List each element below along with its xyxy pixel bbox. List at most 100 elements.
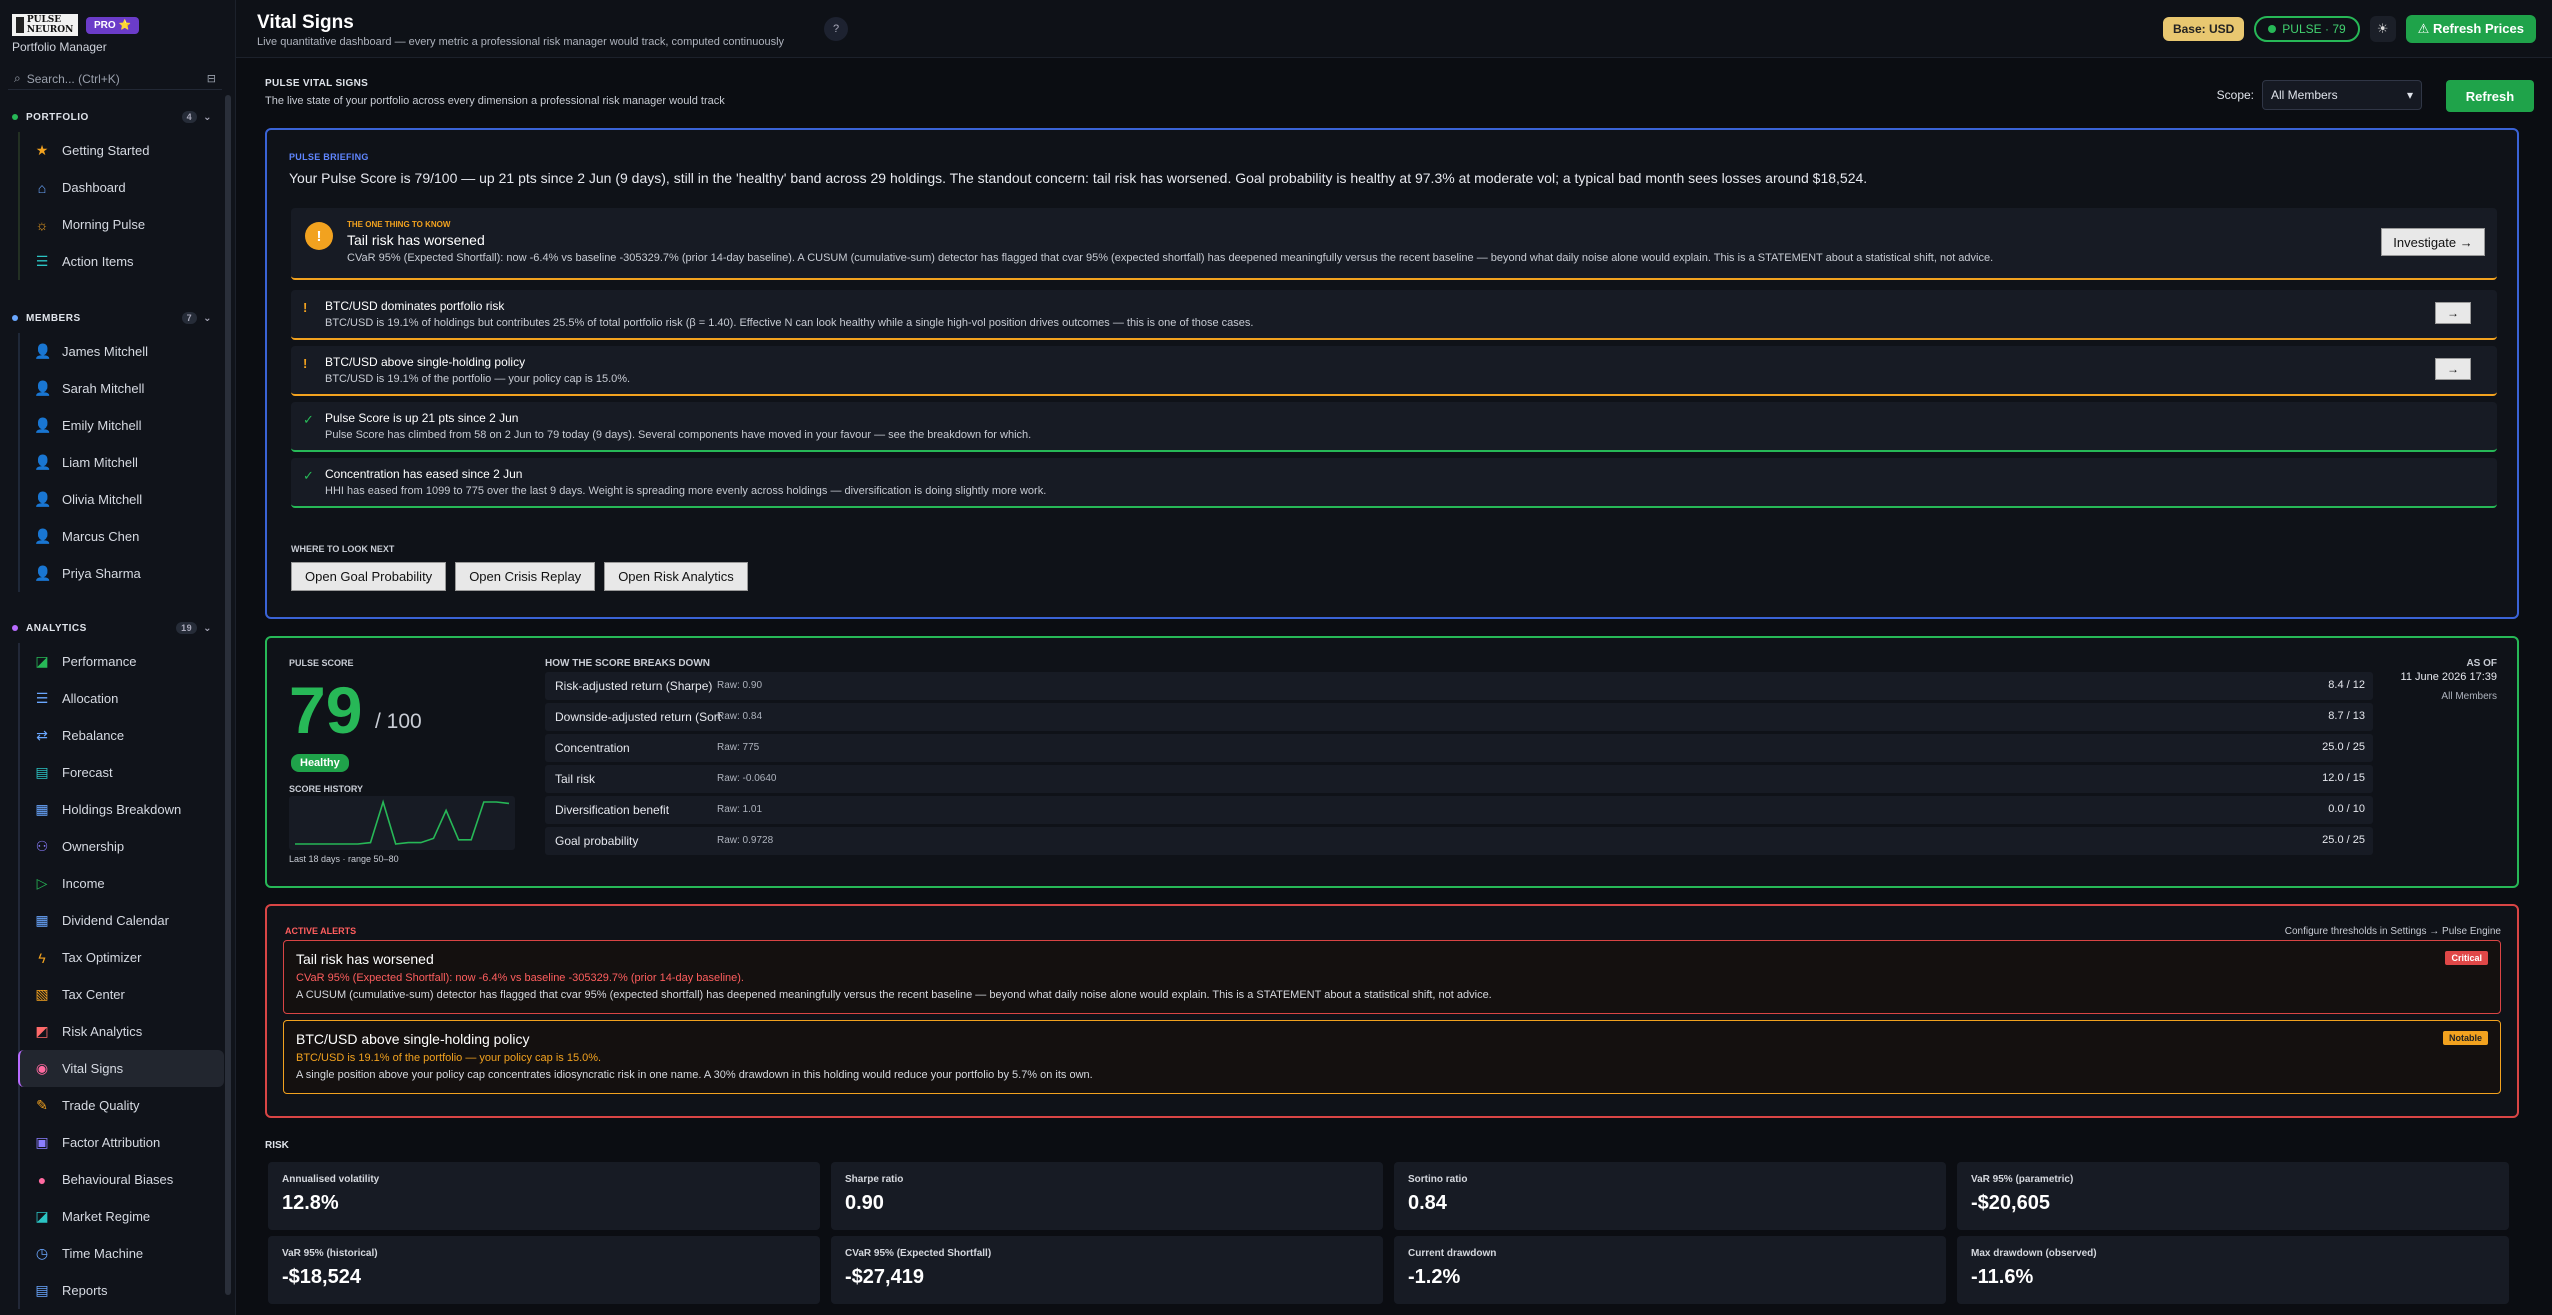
sidebar-item-allocation[interactable]: ☰ Allocation bbox=[20, 680, 224, 717]
briefing-item-open-button[interactable]: → bbox=[2435, 302, 2471, 324]
sidebar-item-tax-center[interactable]: ▧ Tax Center bbox=[20, 976, 224, 1013]
open-risk-analytics-button[interactable]: Open Risk Analytics bbox=[604, 562, 748, 591]
page-title: Vital Signs bbox=[257, 12, 354, 33]
ownership-icon: ⚇ bbox=[35, 838, 49, 854]
sidebar-item-behavioural-biases[interactable]: ● Behavioural Biases bbox=[20, 1161, 224, 1198]
sidebar-items: 👤 James Mitchell 👤 Sarah Mitchell 👤 Emily Mit… bbox=[18, 333, 224, 592]
sidebar: PULSE NEURON PRO ⭐ Portfolio Manager ⌕ S… bbox=[0, 0, 236, 1315]
sidebar-section-header[interactable]: PORTFOLIO 4 ⌄ bbox=[0, 102, 224, 132]
alert-detail: CVaR 95% (Expected Shortfall): now -6.4%… bbox=[296, 972, 744, 984]
sidebar-item-morning-pulse[interactable]: ☼ Morning Pulse bbox=[20, 206, 224, 243]
sidebar-item-ownership[interactable]: ⚇ Ownership bbox=[20, 828, 224, 865]
sidebar-item-action-items[interactable]: ☰ Action Items bbox=[20, 243, 224, 280]
dividend-calendar-icon: ▦ bbox=[35, 912, 49, 928]
priya-sharma-icon: 👤 bbox=[34, 565, 52, 581]
chevron-down-icon[interactable]: ⌄ bbox=[203, 313, 212, 324]
olivia-mitchell-icon: 👤 bbox=[34, 491, 52, 507]
sidebar-item-getting-started[interactable]: ★ Getting Started bbox=[20, 132, 224, 169]
sidebar-items: ◪ Performance ☰ Allocation ⇄ Rebalance ▤ Foreca… bbox=[18, 643, 224, 1309]
pulse-score-label: PULSE SCORE bbox=[289, 658, 354, 668]
theme-toggle-icon[interactable]: ☀ bbox=[2369, 16, 2396, 42]
sidebar-item-label: Marcus Chen bbox=[62, 529, 140, 544]
logo-text: PULSE NEURON bbox=[26, 15, 74, 35]
time-machine-icon: ◷ bbox=[35, 1245, 49, 1261]
sidebar-item-performance[interactable]: ◪ Performance bbox=[20, 643, 224, 680]
sidebar-item-holdings-breakdown[interactable]: ▦ Holdings Breakdown bbox=[20, 791, 224, 828]
sidebar-item-vital-signs[interactable]: ◉ Vital Signs bbox=[18, 1050, 224, 1087]
sidebar-item-label: Time Machine bbox=[62, 1246, 144, 1261]
sidebar-item-marcus-chen[interactable]: 👤 Marcus Chen bbox=[20, 518, 224, 555]
briefing-item-text: HHI has eased from 1099 to 775 over the … bbox=[325, 485, 1047, 497]
active-alerts-label: ACTIVE ALERTS bbox=[285, 926, 357, 936]
reports-icon: ▤ bbox=[35, 1282, 49, 1298]
section-title: PULSE VITAL SIGNS bbox=[265, 78, 369, 89]
sidebar-item-label: Emily Mitchell bbox=[62, 418, 142, 433]
pulse-score-pill[interactable]: PULSE · 79 bbox=[2254, 16, 2360, 42]
allocation-icon: ☰ bbox=[35, 690, 49, 706]
sidebar-item-time-machine[interactable]: ◷ Time Machine bbox=[20, 1235, 224, 1272]
sidebar-item-rebalance[interactable]: ⇄ Rebalance bbox=[20, 717, 224, 754]
section-count-badge: 19 bbox=[176, 622, 198, 634]
breakdown-row: Tail risk Raw: -0.0640 12.0 / 15 bbox=[545, 765, 2373, 793]
sidebar-item-reports[interactable]: ▤ Reports bbox=[20, 1272, 224, 1309]
where-to-look-label: WHERE TO LOOK NEXT bbox=[291, 544, 395, 554]
sidebar-item-label: Ownership bbox=[62, 839, 125, 854]
metric-label: Sortino ratio bbox=[1408, 1174, 1468, 1185]
metric-value: -11.6% bbox=[1971, 1266, 2034, 1288]
chevron-down-icon[interactable]: ⌄ bbox=[203, 112, 212, 123]
briefing-item-text: BTC/USD is 19.1% of holdings but contrib… bbox=[325, 317, 1254, 329]
breakdown-row: Diversification benefit Raw: 1.01 0.0 / 10 bbox=[545, 796, 2373, 824]
sidebar-scrollbar[interactable] bbox=[225, 95, 231, 1295]
sidebar-item-liam-mitchell[interactable]: 👤 Liam Mitchell bbox=[20, 444, 224, 481]
pulse-score-value: 79 bbox=[289, 673, 363, 747]
metric-value: -$27,419 bbox=[845, 1266, 924, 1288]
scope-select[interactable]: All Members ▾ bbox=[2262, 80, 2422, 110]
sidebar-section-title: PORTFOLIO bbox=[26, 111, 89, 123]
sidebar-item-market-regime[interactable]: ◪ Market Regime bbox=[20, 1198, 224, 1235]
sidebar-section-header[interactable]: ANALYTICS 19 ⌄ bbox=[0, 613, 224, 643]
sidebar-item-dashboard[interactable]: ⌂ Dashboard bbox=[20, 169, 224, 206]
breakdown-name: Downside-adjusted return (Sort bbox=[555, 710, 722, 724]
investigate-button[interactable]: Investigate → bbox=[2381, 228, 2485, 256]
sidebar-item-sarah-mitchell[interactable]: 👤 Sarah Mitchell bbox=[20, 370, 224, 407]
chevron-down-icon[interactable]: ⌄ bbox=[203, 623, 212, 634]
score-history-label: SCORE HISTORY bbox=[289, 784, 364, 794]
sidebar-item-risk-analytics[interactable]: ◩ Risk Analytics bbox=[20, 1013, 224, 1050]
search-input[interactable]: ⌕ Search... (Ctrl+K) ⊟ bbox=[8, 68, 222, 90]
base-currency-badge[interactable]: Base: USD bbox=[2162, 17, 2245, 41]
sidebar-item-emily-mitchell[interactable]: 👤 Emily Mitchell bbox=[20, 407, 224, 444]
sidebar-item-forecast[interactable]: ▤ Forecast bbox=[20, 754, 224, 791]
briefing-label: PULSE BRIEFING bbox=[289, 152, 369, 162]
sidebar-item-tax-optimizer[interactable]: ϟ Tax Optimizer bbox=[20, 939, 224, 976]
pulse-score-denominator: / 100 bbox=[375, 710, 422, 733]
warning-icon: ! bbox=[305, 222, 333, 250]
collapse-sidebar-icon[interactable]: ⊟ bbox=[207, 72, 216, 85]
refresh-button[interactable]: Refresh bbox=[2446, 80, 2534, 112]
emily-mitchell-icon: 👤 bbox=[34, 417, 52, 433]
briefing-item-open-button[interactable]: → bbox=[2435, 358, 2471, 380]
alert-title: BTC/USD above single-holding policy bbox=[296, 1031, 530, 1047]
sidebar-item-olivia-mitchell[interactable]: 👤 Olivia Mitchell bbox=[20, 481, 224, 518]
income-icon: ▷ bbox=[36, 875, 48, 891]
sidebar-section-header[interactable]: MEMBERS 7 ⌄ bbox=[0, 303, 224, 333]
sidebar-item-trade-quality[interactable]: ✎ Trade Quality bbox=[20, 1087, 224, 1124]
sidebar-item-factor-attribution[interactable]: ▣ Factor Attribution bbox=[20, 1124, 224, 1161]
configure-thresholds-link[interactable]: Configure thresholds in Settings → Pulse… bbox=[2285, 926, 2501, 937]
app-logo[interactable]: PULSE NEURON bbox=[12, 14, 78, 36]
risk-section-label: RISK bbox=[265, 1140, 289, 1151]
as-of-scope: All Members bbox=[2441, 691, 2497, 702]
open-goal-probability-button[interactable]: Open Goal Probability bbox=[291, 562, 447, 591]
warning-icon: ! bbox=[303, 356, 308, 371]
content: PULSE VITAL SIGNS The live state of your… bbox=[236, 58, 2552, 1315]
metric-card: Max drawdown (observed) -11.6% bbox=[1957, 1236, 2509, 1304]
sidebar-item-james-mitchell[interactable]: 👤 James Mitchell bbox=[20, 333, 224, 370]
chevron-down-icon: ▾ bbox=[2406, 88, 2413, 102]
refresh-prices-button[interactable]: ⚠ Refresh Prices bbox=[2405, 15, 2536, 43]
sidebar-item-label: Dashboard bbox=[62, 180, 126, 195]
open-crisis-replay-button[interactable]: Open Crisis Replay bbox=[455, 562, 596, 591]
sidebar-item-priya-sharma[interactable]: 👤 Priya Sharma bbox=[20, 555, 224, 592]
help-button[interactable]: ? bbox=[824, 17, 848, 41]
rebalance-icon: ⇄ bbox=[36, 727, 48, 743]
sidebar-item-income[interactable]: ▷ Income bbox=[20, 865, 224, 902]
sidebar-item-dividend-calendar[interactable]: ▦ Dividend Calendar bbox=[20, 902, 224, 939]
